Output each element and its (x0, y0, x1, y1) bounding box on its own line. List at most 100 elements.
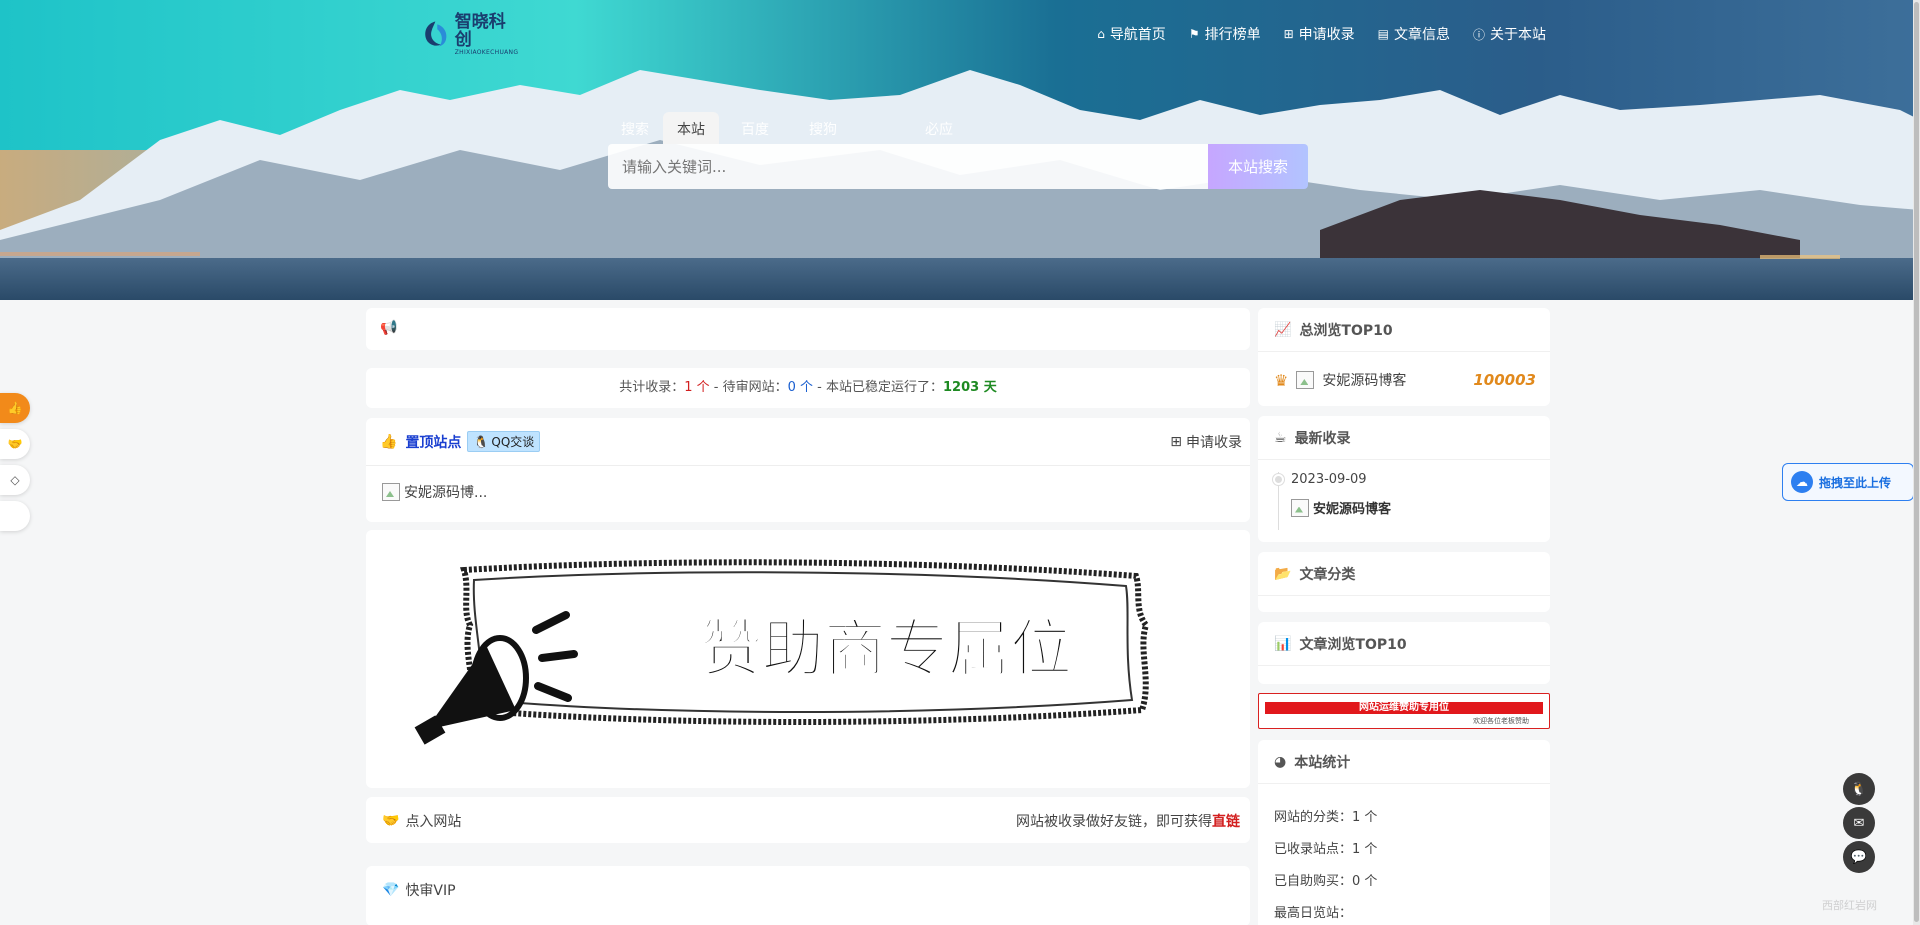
pinned-header: 👍 置顶站点 🐧 QQ交谈 (366, 418, 1250, 466)
tab-bing[interactable]: 必应 (911, 112, 967, 144)
handshake-icon: 🤝 (7, 437, 23, 451)
megaphone-icon: 📢 (380, 320, 398, 336)
top10-header: 📈 总浏览TOP10 (1258, 308, 1550, 352)
search-box: 本站搜索 (608, 144, 1308, 189)
stat-row: 最高日览站： (1274, 902, 1352, 921)
article-views-title: 文章浏览TOP10 (1299, 636, 1407, 653)
logo-subtitle: ZHIXIAOKECHUANG (454, 48, 519, 56)
inbound-links-title: 点入网站 (405, 814, 462, 830)
page-scrollbar[interactable] (1913, 0, 1920, 925)
wechat-contact-button[interactable]: 💬 (1843, 841, 1875, 873)
stat-row: 已收录站点：1 个 (1274, 838, 1377, 857)
summary-total-value: 1 个 (684, 380, 710, 395)
top10-views-card: 📈 总浏览TOP10 ♛ 安妮源码博客 100003 (1258, 308, 1550, 406)
pinned-title[interactable]: 置顶站点 (405, 432, 461, 452)
site-logo[interactable]: 智晓科创 ZHIXIAOKECHUANG (420, 11, 520, 56)
megaphone-icon (414, 611, 578, 745)
tab-sogou[interactable]: 搜狗 (795, 112, 851, 144)
inbound-links-card: 🤝 点入网站 网站被收录做好友链，即可获得直链 (366, 797, 1250, 843)
logo-name: 智晓科创 (454, 11, 506, 50)
line-chart-icon: 📈 (1274, 321, 1292, 338)
site-favicon (382, 483, 400, 501)
search-button[interactable]: 本站搜索 (1208, 144, 1308, 189)
vip-review-card: 💎 快审VIP (366, 866, 1250, 925)
vip-review-title: 快审VIP (405, 883, 456, 899)
tab-baidu[interactable]: 百度 (727, 112, 783, 144)
sponsor-text: 赞助商专属位 (700, 612, 1072, 685)
folder-open-icon: 📂 (1274, 565, 1292, 582)
site-favicon (1291, 498, 1309, 517)
stat-row: 网站的分类：1 个 (1274, 806, 1377, 825)
sponsor-illustration: 赞助商专属位 (414, 559, 1150, 745)
site-summary: 共计收录：1 个 - 待审网站：0 个 - 本站已稳定运行了：1203 天 (366, 368, 1250, 408)
qq-chat-badge[interactable]: 🐧 QQ交谈 (467, 431, 541, 452)
stat-value: 0 个 (1352, 874, 1378, 889)
handshake-icon: 🤝 (382, 813, 400, 829)
float-empty-button[interactable] (0, 501, 30, 531)
drag-upload-widget[interactable]: ☁ 拖拽至此上传 (1782, 463, 1914, 501)
newest-site-item[interactable]: 安妮源码博客 (1291, 498, 1391, 517)
qq-penguin-icon: 🐧 (473, 434, 489, 449)
sponsor-banner[interactable]: 赞助商专属位 (366, 530, 1250, 788)
home-icon: ⌂ (1097, 27, 1105, 41)
float-links-button[interactable]: 🤝 (0, 429, 30, 459)
qq-chat-label: QQ交谈 (491, 435, 535, 449)
upload-label: 拖拽至此上传 (1819, 475, 1892, 490)
inbound-links-note: 网站被收录做好友链，即可获得直链 (1016, 811, 1240, 831)
nav-home-label: 导航首页 (1109, 27, 1166, 43)
thumbs-up-icon: 👍 (7, 401, 23, 415)
stat-label: 网站的分类： (1274, 810, 1353, 825)
coffee-icon: ☕ (1274, 429, 1287, 446)
timeline-dot (1273, 474, 1284, 485)
inbound-links-note-highlight: 直链 (1212, 814, 1240, 830)
nav-articles-label: 文章信息 (1393, 27, 1450, 43)
apply-listing-label: 申请收录 (1186, 435, 1242, 451)
article-views-card: 📊 文章浏览TOP10 (1258, 622, 1550, 684)
top10-row[interactable]: ♛ 安妮源码博客 100003 (1274, 370, 1536, 390)
nav-home[interactable]: ⌂ 导航首页 (1097, 24, 1166, 44)
inbound-links-note-text: 网站被收录做好友链，即可获得 (1016, 814, 1212, 830)
site-stats-card: ◕ 本站统计 网站的分类：1 个 已收录站点：1 个 已自助购买：0 个 最高日览… (1258, 740, 1550, 925)
hero-banner: 智晓科创 ZHIXIAOKECHUANG ⌂ 导航首页 ⚑ 排行榜单 ⊞ 申请收录 ▤… (0, 0, 1920, 300)
stat-label: 已收录站点： (1274, 842, 1353, 857)
search-engine-tabs: 搜索 本站 百度 搜狗 必应 (607, 112, 967, 144)
tab-search[interactable]: 搜索 (607, 112, 663, 144)
apply-listing-link[interactable]: ⊞ 申请收录 (1170, 432, 1242, 452)
site-favicon (1296, 371, 1315, 389)
nav-apply[interactable]: ⊞ 申请收录 (1284, 24, 1355, 44)
scrollbar-thumb[interactable] (1914, 2, 1919, 922)
article-category-card: 📂 文章分类 (1258, 552, 1550, 612)
tab-local[interactable]: 本站 (663, 112, 719, 144)
nav-articles[interactable]: ▤ 文章信息 (1378, 24, 1450, 44)
pie-chart-icon: ◕ (1274, 753, 1287, 770)
float-vip-button[interactable]: ◇ (0, 465, 30, 495)
summary-days-label: - 本站已稳定运行了： (813, 380, 944, 395)
summary-total-label: 共计收录： (619, 380, 685, 395)
logo-mark-icon (425, 21, 447, 47)
search-input[interactable] (608, 144, 1208, 189)
nav-about[interactable]: ⓘ 关于本站 (1473, 24, 1546, 44)
newest-site-name: 安妮源码博客 (1313, 502, 1392, 517)
diamond-icon: ◇ (10, 473, 20, 487)
cloud-upload-icon: ☁ (1791, 471, 1813, 493)
summary-pending-label: - 待审网站： (709, 380, 788, 395)
info-icon: ⓘ (1472, 27, 1485, 42)
newest-title: 最新收录 (1294, 430, 1351, 447)
stat-value: 1 个 (1352, 810, 1378, 825)
sidebar-sponsor-banner[interactable]: 网站运维赞助专用位 欢迎各位老板赞助 (1258, 693, 1550, 729)
stat-row: 已自助购买：0 个 (1274, 870, 1377, 889)
article-views-header: 📊 文章浏览TOP10 (1258, 622, 1550, 666)
vip-review-label: 💎 快审VIP (382, 880, 456, 900)
nav-about-label: 关于本站 (1490, 27, 1546, 43)
nav-ranking[interactable]: ⚑ 排行榜单 (1189, 24, 1261, 44)
plus-square-icon: ⊞ (1170, 434, 1182, 450)
qq-contact-button[interactable]: 🐧 (1843, 773, 1875, 805)
pinned-site-item[interactable]: 安妮源码博... (382, 482, 487, 502)
float-like-button[interactable]: 👍 (0, 393, 30, 423)
email-contact-button[interactable]: ✉ (1843, 807, 1875, 839)
sidebar-banner-subtext: 欢迎各位老板赞助 (1473, 717, 1529, 725)
pinned-site-name: 安妮源码博... (404, 485, 488, 501)
site-stats-title: 本站统计 (1294, 754, 1351, 771)
announcement-bar: 📢 (366, 308, 1250, 350)
sidebar-banner-text: 网站运维赞助专用位 (1265, 702, 1543, 714)
